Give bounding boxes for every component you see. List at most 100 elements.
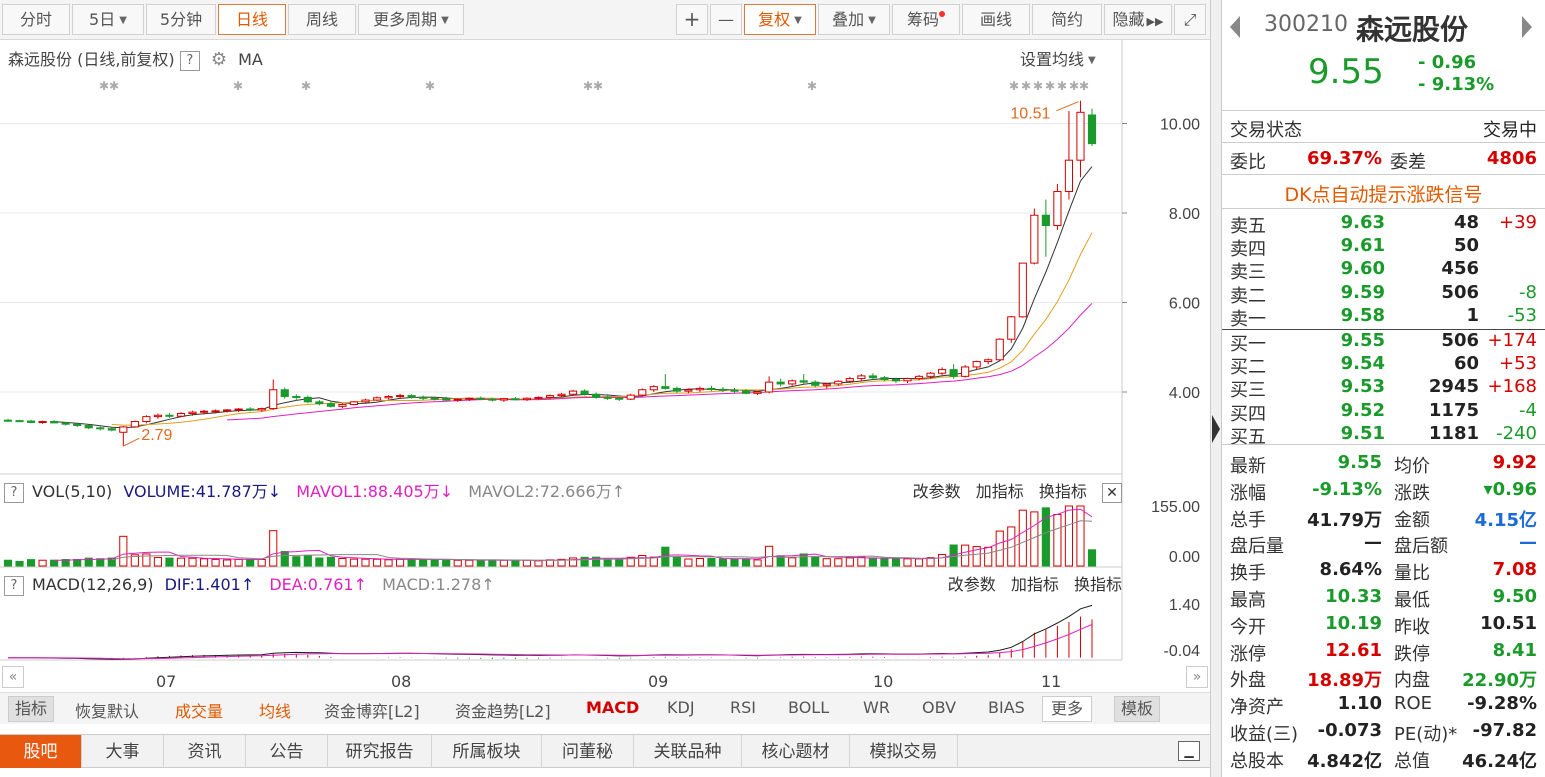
edit-params-button[interactable]: 改参数 bbox=[913, 482, 961, 501]
event-marker-icon[interactable]: ✱ bbox=[1021, 79, 1031, 93]
volume-bar bbox=[349, 558, 359, 567]
event-marker-icon[interactable]: ✱ bbox=[99, 79, 109, 93]
month-label: 08 bbox=[391, 672, 412, 691]
template-button[interactable]: 模板 bbox=[1114, 696, 1161, 722]
fullscreen-button[interactable]: ⤢ bbox=[1174, 4, 1206, 35]
tab-news[interactable]: 资讯 bbox=[164, 735, 246, 769]
indicator-tab-reset[interactable]: 恢复默认 bbox=[75, 698, 139, 722]
switch-indicator-button[interactable]: 换指标 bbox=[1039, 482, 1087, 501]
event-marker-icon[interactable]: ✱ bbox=[233, 79, 243, 93]
candle-down bbox=[315, 401, 324, 405]
help-button[interactable]: ? bbox=[4, 482, 24, 503]
tab-core-themes[interactable]: 核心题材 bbox=[742, 735, 850, 769]
event-marker-icon[interactable]: ✱ bbox=[1045, 79, 1055, 93]
indicator-tab-macd[interactable]: MACD bbox=[586, 698, 639, 717]
volume-bar bbox=[788, 557, 797, 567]
draw-button[interactable]: 画线 bbox=[962, 4, 1030, 35]
dk-signal-link[interactable]: DK点自动提示涨跌信号 bbox=[1222, 180, 1545, 207]
collapse-arrow-icon[interactable] bbox=[1212, 415, 1220, 443]
tab-ask-secretary[interactable]: 问董秘 bbox=[542, 735, 634, 769]
stat-value: 22.90万 bbox=[1462, 670, 1537, 692]
tab-announcements[interactable]: 公告 bbox=[246, 735, 328, 769]
tab-weekly[interactable]: 周线 bbox=[288, 4, 356, 35]
tab-5day[interactable]: 5日 ▼ bbox=[72, 4, 144, 35]
indicator-tab-boll[interactable]: BOLL bbox=[788, 698, 829, 717]
event-marker-icon[interactable]: ✱ bbox=[1033, 79, 1043, 93]
panel-splitter[interactable] bbox=[1210, 0, 1222, 777]
candle-up bbox=[926, 372, 935, 377]
tab-research[interactable]: 研究报告 bbox=[328, 735, 432, 769]
indicator-tab-bias[interactable]: BIAS bbox=[988, 698, 1025, 717]
chips-button[interactable]: 筹码 bbox=[892, 4, 960, 35]
switch-indicator-button[interactable]: 换指标 bbox=[1074, 575, 1122, 594]
chevron-right-icon: » bbox=[1192, 669, 1202, 685]
add-indicator-button[interactable]: 加指标 bbox=[976, 482, 1024, 501]
tab-intraday[interactable]: 分时 bbox=[2, 4, 70, 35]
event-marker-icon[interactable]: ✱ bbox=[109, 79, 119, 93]
overlay-button[interactable]: 叠加 ▼ bbox=[818, 4, 890, 35]
indicator-tab-fund-game[interactable]: 资金博弈[L2] bbox=[324, 698, 420, 722]
edit-params-button[interactable]: 改参数 bbox=[948, 575, 996, 594]
indicator-tab-obv[interactable]: OBV bbox=[922, 698, 956, 717]
stat-label: 总手 bbox=[1230, 509, 1266, 531]
indicator-tab-volume[interactable]: 成交量 bbox=[175, 698, 223, 722]
volume-bar bbox=[442, 559, 451, 567]
zoom-in-button[interactable]: + bbox=[676, 4, 708, 35]
candle-down bbox=[326, 403, 335, 407]
level-volume: 1 bbox=[1466, 304, 1479, 326]
candle-up bbox=[384, 395, 393, 399]
volume-bar bbox=[845, 557, 854, 567]
indicator-tab-fund-trend[interactable]: 资金趋势[L2] bbox=[455, 698, 551, 722]
volume-bar bbox=[511, 559, 520, 567]
next-stock-icon[interactable] bbox=[1522, 16, 1532, 38]
tab-5min[interactable]: 5分钟 bbox=[146, 4, 216, 35]
minimize-panel-icon[interactable]: ▁ bbox=[1178, 741, 1200, 761]
indicator-tab-wr[interactable]: WR bbox=[863, 698, 890, 717]
indicator-tab-ma[interactable]: 均线 bbox=[259, 698, 291, 722]
event-marker-icon[interactable]: ✱ bbox=[301, 79, 311, 93]
tab-sim-trading[interactable]: 模拟交易 bbox=[850, 735, 958, 769]
adjust-label: 复权 bbox=[758, 10, 791, 29]
scroll-right-button[interactable]: » bbox=[1186, 666, 1208, 688]
hide-button[interactable]: 隐藏 ▶▶ bbox=[1104, 4, 1172, 35]
event-marker-icon[interactable]: ✱ bbox=[807, 79, 817, 93]
level-change: +168 bbox=[1487, 376, 1537, 398]
stat-label: 最低 bbox=[1394, 590, 1430, 611]
event-marker-icon[interactable]: ✱ bbox=[425, 79, 435, 93]
volume-bar bbox=[453, 559, 462, 567]
indicator-tab-kdj[interactable]: KDJ bbox=[667, 698, 695, 717]
event-marker-icon[interactable]: ✱ bbox=[1009, 79, 1019, 93]
stat-value: 4.15亿 bbox=[1474, 509, 1537, 531]
stat-value: 41.79万 bbox=[1307, 509, 1382, 531]
add-indicator-button[interactable]: 加指标 bbox=[1011, 575, 1059, 594]
zoom-out-button[interactable]: — bbox=[710, 4, 742, 35]
prev-stock-icon[interactable] bbox=[1230, 16, 1240, 38]
indicator-tab-indicators[interactable]: 指标 bbox=[8, 696, 55, 722]
tab-events[interactable]: 大事 bbox=[82, 735, 164, 769]
event-marker-icon[interactable]: ✱ bbox=[1079, 79, 1089, 93]
tab-sectors[interactable]: 所属板块 bbox=[432, 735, 542, 769]
scroll-left-button[interactable]: « bbox=[2, 666, 24, 688]
help-button[interactable]: ? bbox=[4, 575, 24, 596]
simple-button[interactable]: 简约 bbox=[1032, 4, 1102, 35]
tab-more-periods[interactable]: 更多周期 ▼ bbox=[358, 4, 464, 35]
change-value: - 0.96 bbox=[1418, 52, 1477, 73]
candle-down bbox=[1041, 214, 1050, 227]
indicator-tab-rsi[interactable]: RSI bbox=[730, 698, 756, 717]
event-marker-icon[interactable]: ✱ bbox=[1069, 79, 1079, 93]
close-icon[interactable]: ✕ bbox=[1102, 482, 1122, 503]
candle-up bbox=[534, 396, 543, 399]
tab-guba[interactable]: 股吧 bbox=[0, 735, 82, 769]
event-marker-icon[interactable]: ✱ bbox=[1057, 79, 1067, 93]
tab-related[interactable]: 关联品种 bbox=[634, 735, 742, 769]
mavol1-value: MAVOL1:88.405万 bbox=[296, 482, 440, 501]
adjust-button[interactable]: 复权 ▼ bbox=[744, 4, 816, 35]
indicator-more-button[interactable]: 更多 bbox=[1042, 696, 1093, 722]
event-marker-icon[interactable]: ✱ bbox=[583, 79, 593, 93]
event-marker-icon[interactable]: ✱ bbox=[593, 79, 603, 93]
candle-up bbox=[972, 361, 981, 368]
dif-value: DIF:1.401 bbox=[164, 575, 241, 594]
candle-down bbox=[430, 397, 439, 400]
tab-daily[interactable]: 日线 bbox=[218, 4, 286, 35]
volume-bar bbox=[638, 555, 647, 567]
